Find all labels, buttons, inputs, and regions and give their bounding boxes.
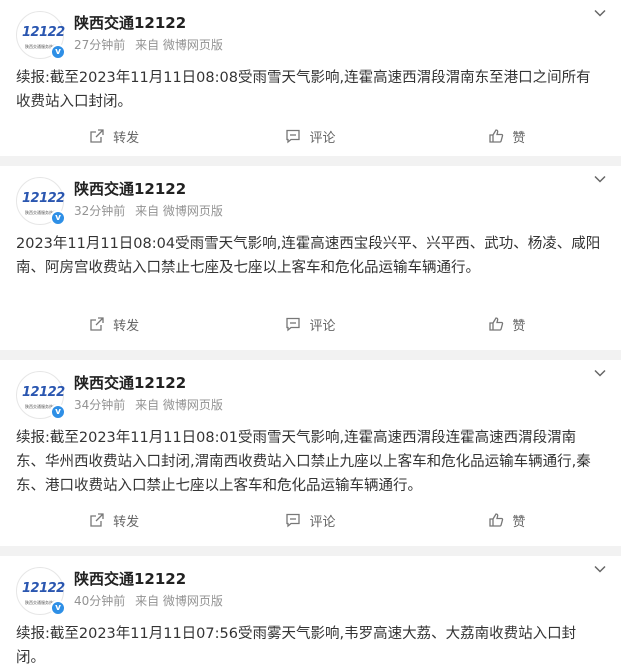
verified-icon: v — [50, 44, 66, 60]
share-icon — [90, 513, 104, 527]
author-name[interactable]: 陕西交通12122 — [74, 179, 223, 199]
repost-button[interactable]: 转发 — [16, 511, 212, 530]
verified-icon: v — [50, 600, 66, 616]
post-source: 来自 微博网页版 — [135, 204, 223, 218]
post-meta: 陕西交通12122 32分钟前 来自 微博网页版 — [74, 177, 223, 220]
author-name[interactable]: 陕西交通12122 — [74, 13, 223, 33]
repost-label: 转发 — [113, 514, 140, 530]
post-card: 12122 陕西交通服务热线 v 陕西交通12122 40分钟前 来自 微博网页… — [0, 556, 621, 670]
weibo-feed: 12122 陕西交通服务热线 v 陕西交通12122 27分钟前 来自 微博网页… — [0, 0, 621, 670]
like-button[interactable]: 赞 — [409, 511, 605, 530]
avatar-logo: 12122 — [22, 191, 65, 206]
post-time[interactable]: 32分钟前 — [74, 204, 125, 218]
chevron-down-icon[interactable] — [593, 366, 607, 380]
post-time[interactable]: 27分钟前 — [74, 38, 125, 52]
post-subline: 40分钟前 来自 微博网页版 — [74, 592, 223, 610]
comment-button[interactable]: 评论 — [212, 315, 408, 334]
comment-button[interactable]: 评论 — [212, 127, 408, 146]
share-icon — [90, 317, 104, 331]
post-header: 12122 陕西交通服务热线 v 陕西交通12122 27分钟前 来自 微博网页… — [16, 0, 605, 66]
post-meta: 陕西交通12122 34分钟前 来自 微博网页版 — [74, 371, 223, 414]
comment-icon — [286, 129, 301, 144]
like-button[interactable]: 赞 — [409, 127, 605, 146]
like-label: 赞 — [512, 514, 526, 530]
like-label: 赞 — [512, 130, 526, 146]
post-actions: 转发 评论 赞 — [16, 498, 605, 542]
post-actions: 转发 评论 赞 — [16, 302, 605, 346]
post-meta: 陕西交通12122 40分钟前 来自 微博网页版 — [74, 567, 223, 610]
post-text: 续报:截至2023年11月11日07:56受雨雾天气影响,韦罗高速大荔、大荔南收… — [16, 626, 577, 666]
avatar[interactable]: 12122 陕西交通服务热线 v — [16, 567, 66, 616]
comment-button[interactable]: 评论 — [212, 511, 408, 530]
comment-label: 评论 — [309, 130, 336, 146]
post-card: 12122 陕西交通服务热线 v 陕西交通12122 34分钟前 来自 微博网页… — [0, 360, 621, 546]
chevron-down-icon[interactable] — [593, 6, 607, 20]
thumbs-up-icon — [489, 129, 504, 143]
comment-icon — [286, 513, 301, 528]
post-card: 12122 陕西交通服务热线 v 陕西交通12122 32分钟前 来自 微博网页… — [0, 166, 621, 350]
author-name[interactable]: 陕西交通12122 — [74, 569, 223, 589]
post-header: 12122 陕西交通服务热线 v 陕西交通12122 34分钟前 来自 微博网页… — [16, 360, 605, 426]
thumbs-up-icon — [489, 513, 504, 527]
verified-icon: v — [50, 404, 66, 420]
verified-icon: v — [50, 210, 66, 226]
post-text: 续报:截至2023年11月11日08:08受雨雪天气影响,连霍高速西渭段渭南东至… — [16, 70, 591, 110]
post-text: 续报:截至2023年11月11日08:01受雨雪天气影响,连霍高速西渭段连霍高速… — [16, 430, 591, 494]
like-button[interactable]: 赞 — [409, 315, 605, 334]
post-card: 12122 陕西交通服务热线 v 陕西交通12122 27分钟前 来自 微博网页… — [0, 0, 621, 156]
post-source: 来自 微博网页版 — [135, 398, 223, 412]
post-source: 来自 微博网页版 — [135, 594, 223, 608]
like-label: 赞 — [512, 318, 526, 334]
repost-button[interactable]: 转发 — [16, 315, 212, 334]
post-time[interactable]: 34分钟前 — [74, 398, 125, 412]
avatar[interactable]: 12122 陕西交通服务热线 v — [16, 371, 66, 420]
avatar-logo: 12122 — [22, 581, 65, 596]
repost-label: 转发 — [113, 318, 140, 334]
post-subline: 27分钟前 来自 微博网页版 — [74, 36, 223, 54]
avatar-logo: 12122 — [22, 385, 65, 400]
repost-label: 转发 — [113, 130, 140, 146]
post-header: 12122 陕西交通服务热线 v 陕西交通12122 40分钟前 来自 微博网页… — [16, 556, 605, 622]
thumbs-up-icon — [489, 317, 504, 331]
chevron-down-icon[interactable] — [593, 172, 607, 186]
avatar-logo: 12122 — [22, 25, 65, 40]
comment-label: 评论 — [309, 514, 336, 530]
comment-label: 评论 — [309, 318, 336, 334]
repost-button[interactable]: 转发 — [16, 127, 212, 146]
post-subline: 34分钟前 来自 微博网页版 — [74, 396, 223, 414]
post-subline: 32分钟前 来自 微博网页版 — [74, 202, 223, 220]
post-header: 12122 陕西交通服务热线 v 陕西交通12122 32分钟前 来自 微博网页… — [16, 166, 605, 232]
post-source: 来自 微博网页版 — [135, 38, 223, 52]
post-text: 2023年11月11日08:04受雨雪天气影响,连霍高速西宝段兴平、兴平西、武功… — [16, 236, 601, 276]
author-name[interactable]: 陕西交通12122 — [74, 373, 223, 393]
avatar[interactable]: 12122 陕西交通服务热线 v — [16, 11, 66, 60]
post-actions: 转发 评论 赞 — [16, 114, 605, 158]
post-time[interactable]: 40分钟前 — [74, 594, 125, 608]
comment-icon — [286, 317, 301, 332]
chevron-down-icon[interactable] — [593, 562, 607, 576]
post-meta: 陕西交通12122 27分钟前 来自 微博网页版 — [74, 11, 223, 54]
avatar[interactable]: 12122 陕西交通服务热线 v — [16, 177, 66, 226]
share-icon — [90, 129, 104, 143]
